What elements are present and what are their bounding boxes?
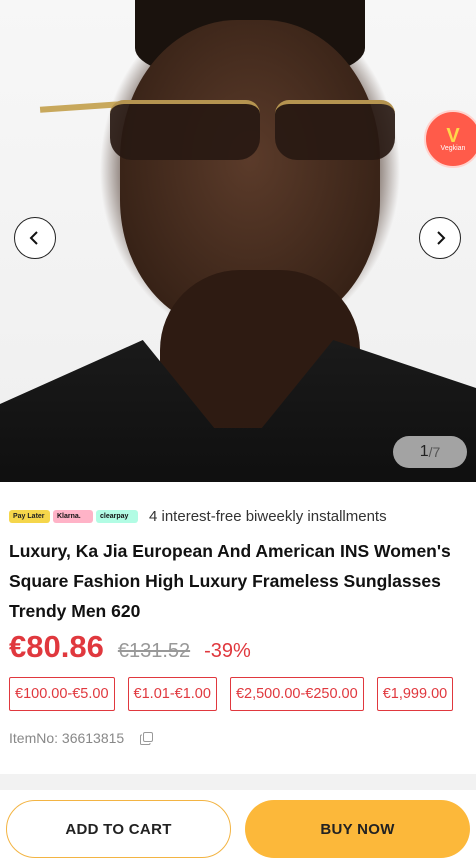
add-to-cart-button[interactable]: ADD TO CART xyxy=(6,800,231,858)
coupon-item[interactable]: €2,500.00-€250.00 xyxy=(229,677,364,711)
sunglasses-temple xyxy=(39,101,121,113)
buy-now-button[interactable]: BUY NOW xyxy=(245,800,470,858)
coupon-item[interactable]: €1.01-€1.00 xyxy=(127,677,217,711)
product-info: Pay Later Klarna. clearpay 4 interest-fr… xyxy=(0,482,476,774)
sunglasses-lens-left xyxy=(110,100,260,160)
promo-badge-letter: V xyxy=(446,124,460,147)
promo-badge-text: Vegkian xyxy=(440,144,466,152)
current-price: €80.86 xyxy=(9,629,104,664)
prev-image-button[interactable] xyxy=(14,217,56,259)
product-image[interactable]: 1/7 xyxy=(0,0,476,482)
item-number-text: ItemNo: 36613815 xyxy=(9,730,125,746)
coupon-item[interactable]: €100.00-€5.00 xyxy=(9,677,115,711)
chevron-left-icon xyxy=(29,231,38,245)
next-image-button[interactable] xyxy=(419,217,461,259)
action-bar: ADD TO CART BUY NOW xyxy=(0,790,476,864)
image-counter-total: 7 xyxy=(432,444,441,460)
sunglasses-lens-right xyxy=(275,100,395,160)
image-counter-current: 1 xyxy=(419,443,429,460)
product-title: Luxury, Ka Jia European And American INS… xyxy=(9,541,451,621)
coupon-list: €100.00-€5.00 €1.01-€1.00 €2,500.00-€250.0… xyxy=(9,677,476,713)
coupon-item[interactable]: €1,999.00 xyxy=(376,677,454,711)
image-counter: 1/7 xyxy=(393,436,467,468)
original-price: €131.52 xyxy=(117,640,191,662)
item-number: ItemNo: 36613815 xyxy=(9,730,154,746)
discount-percent: -39% xyxy=(204,640,251,662)
floating-promo-badge[interactable]: V Vegkian xyxy=(424,110,476,168)
chevron-right-icon xyxy=(437,231,446,245)
installments-row[interactable]: Pay Later Klarna. clearpay 4 interest-fr… xyxy=(9,508,387,525)
price-row: €80.86 €131.52 -39% xyxy=(9,629,251,665)
installments-text: 4 interest-free biweekly installments xyxy=(149,508,387,525)
paylater-badge: Pay Later xyxy=(9,510,50,523)
copy-icon[interactable] xyxy=(140,731,154,745)
klarna-badge: Klarna. xyxy=(53,510,93,523)
clearpay-badge: clearpay xyxy=(96,510,138,523)
